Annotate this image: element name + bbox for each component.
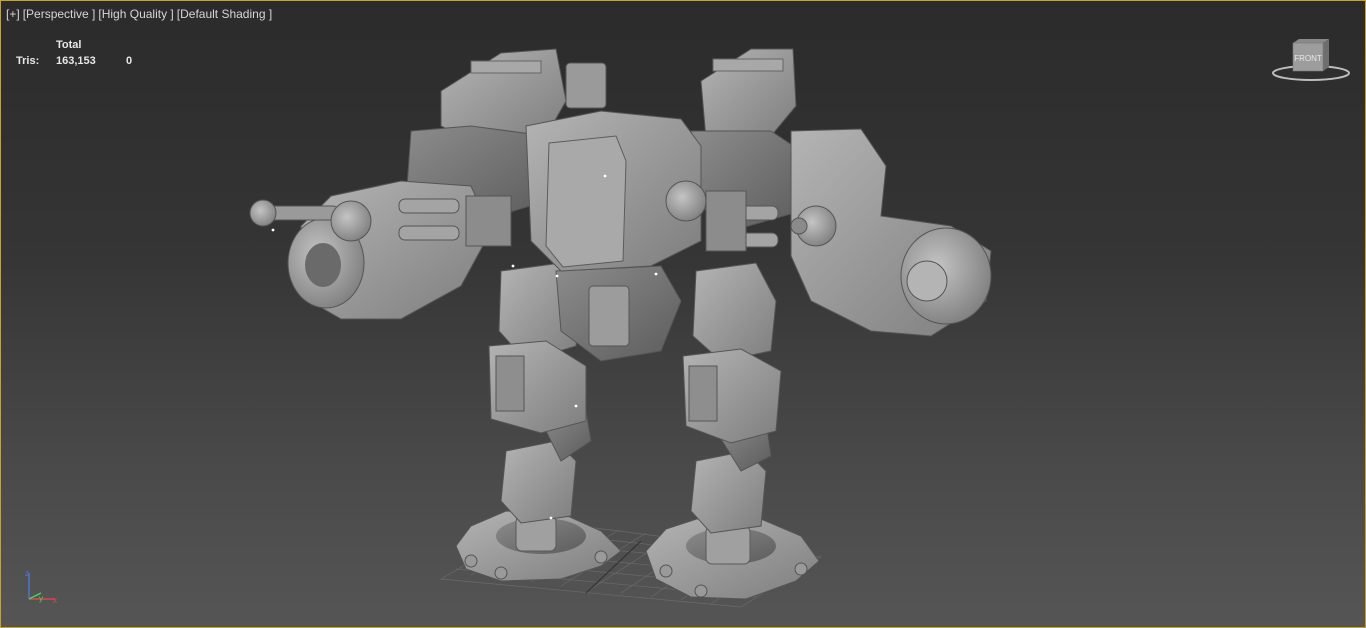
torso [525,110,707,272]
left-foot [455,510,622,582]
svg-text:y: y [39,594,43,603]
svg-text:z: z [25,569,29,578]
axis-tripod: z x y [25,569,57,605]
perspective-viewport[interactable]: [+] [Perspective ] [High Quality ] [Default… [0,0,1366,628]
right-upper-leg [682,262,782,444]
mech-model[interactable] [1,1,1366,628]
left-arm-cannon [249,180,512,320]
svg-text:x: x [53,596,57,605]
